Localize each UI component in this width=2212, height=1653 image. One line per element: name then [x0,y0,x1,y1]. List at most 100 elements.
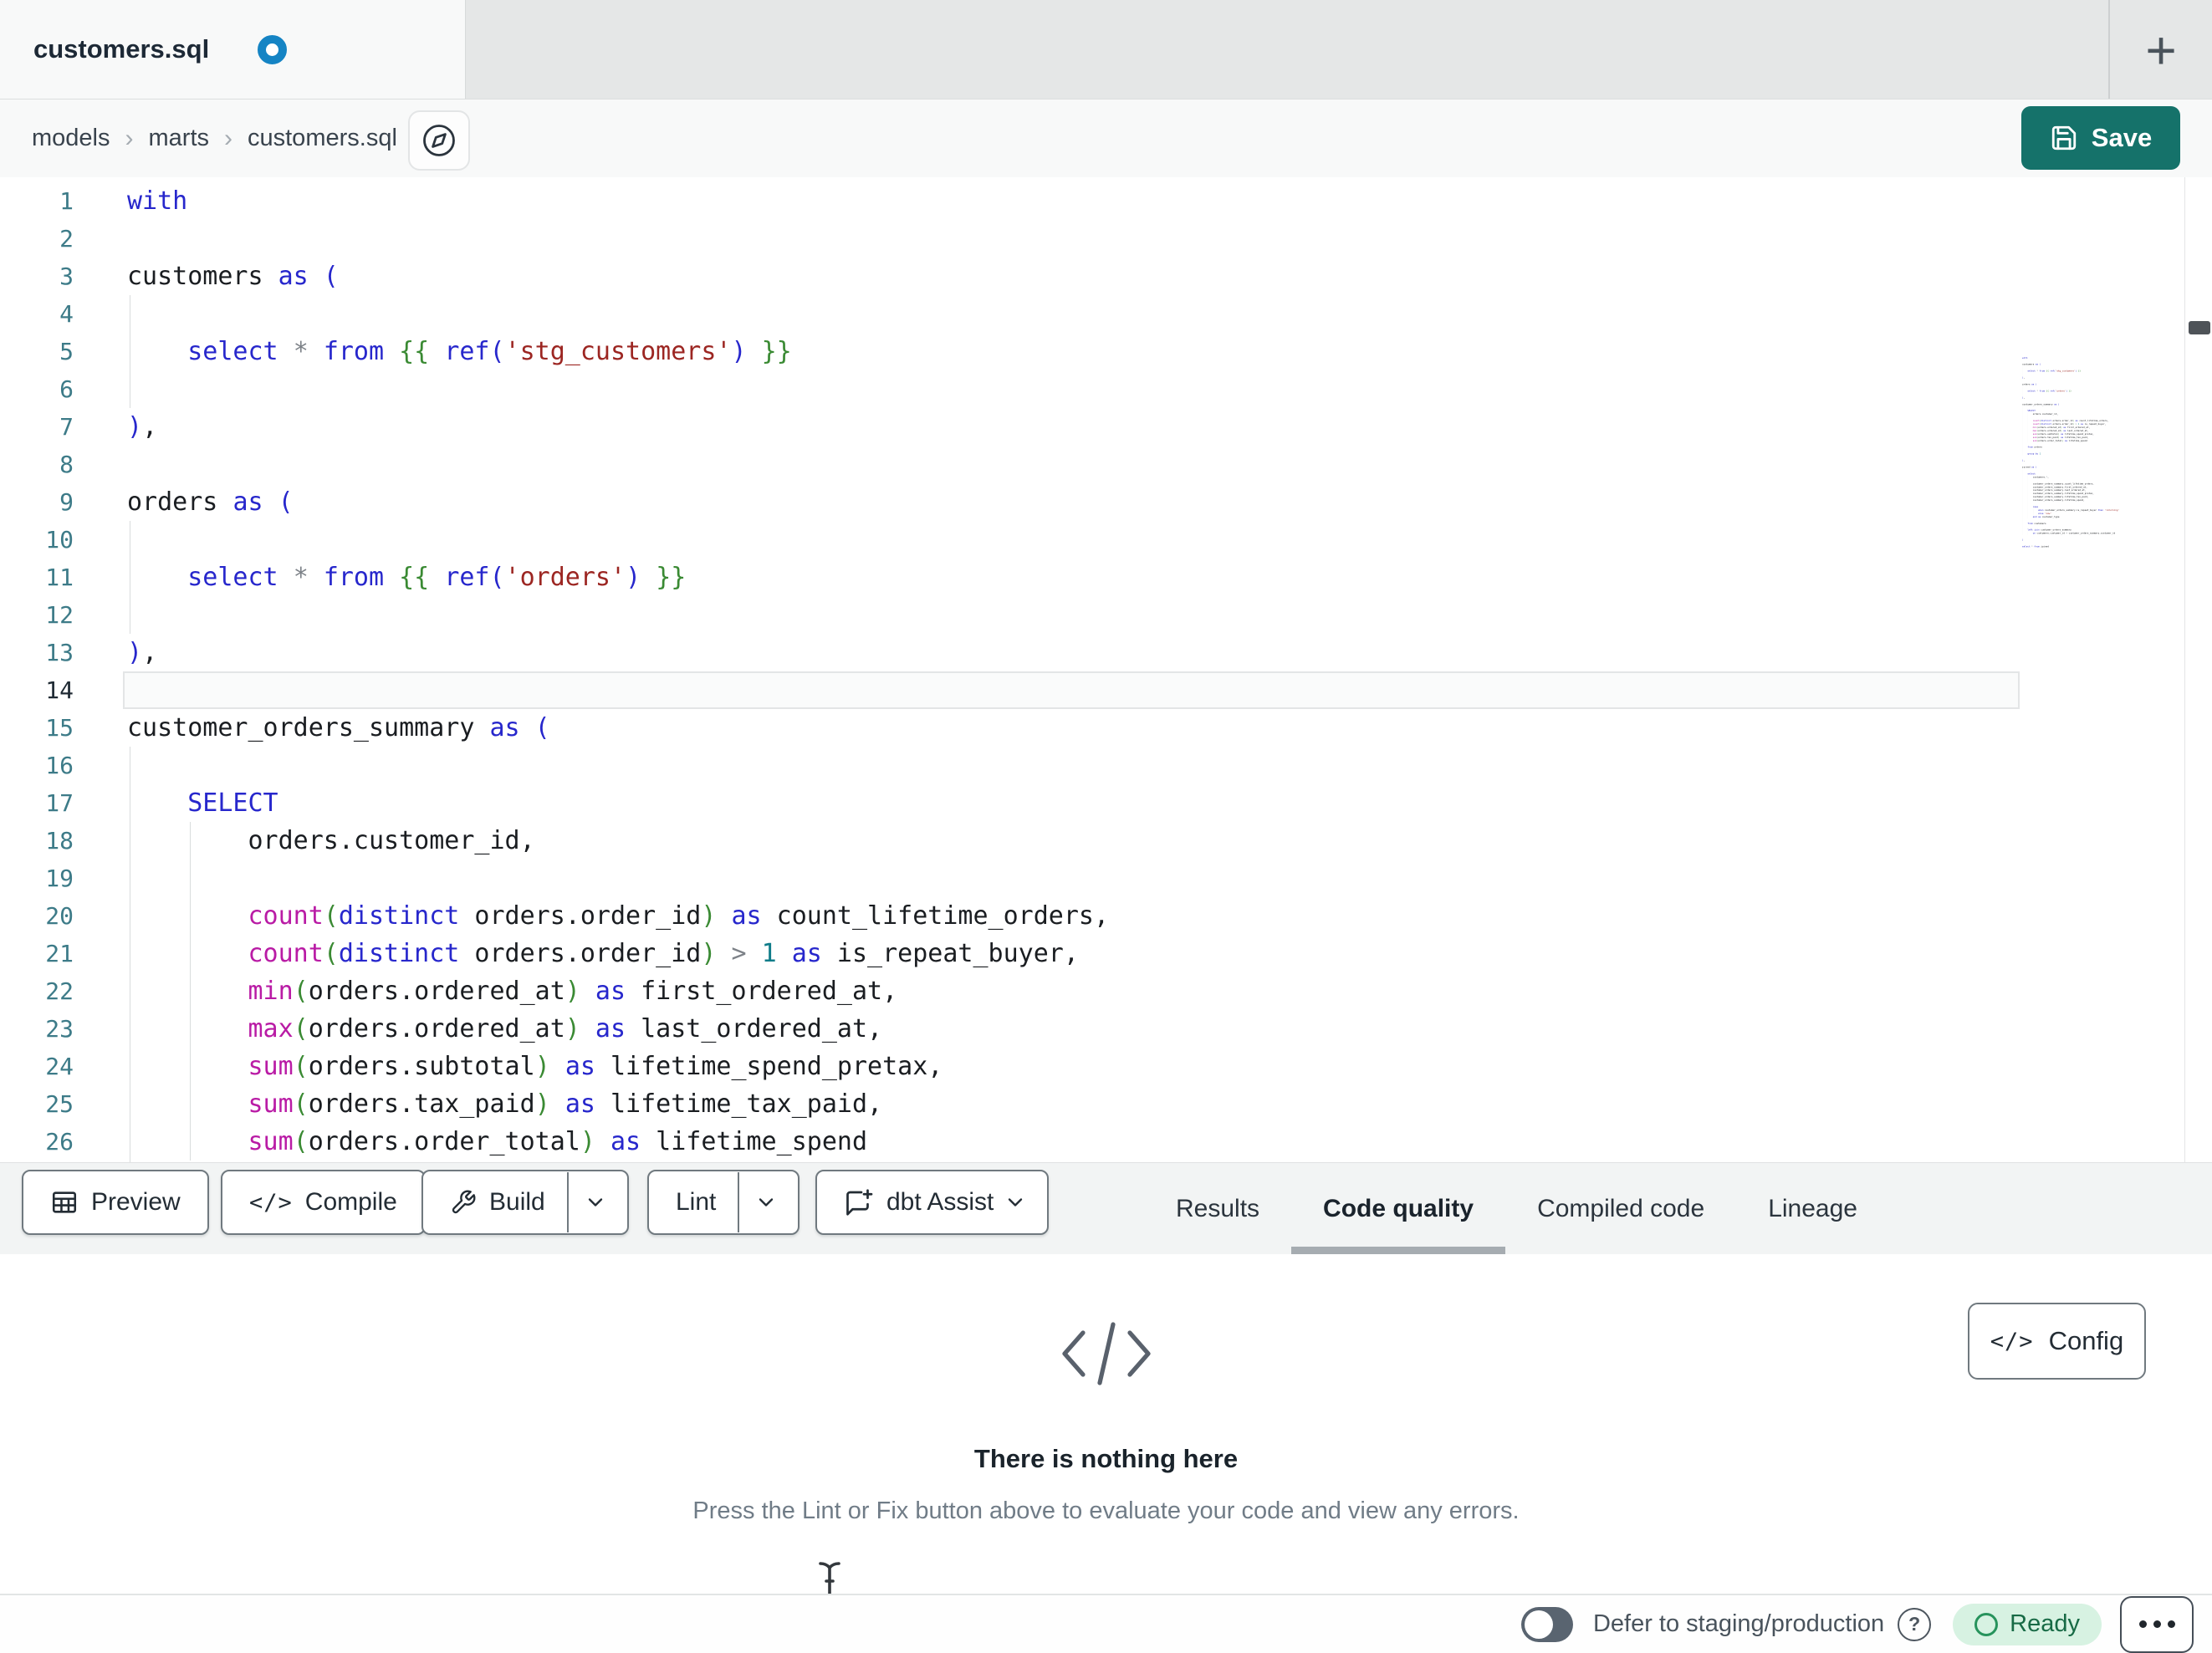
indent-guide [190,1123,192,1161]
indent-guide [190,822,192,860]
code-line[interactable]: customer_orders_summary as ( [127,709,2020,747]
breadcrumb-file[interactable]: customers.sql [248,125,397,152]
compass-icon [421,123,457,158]
line-number: 5 [59,338,74,365]
code-line[interactable] [127,295,2020,333]
code-brackets-icon [1058,1319,1155,1392]
chevron-right-icon: › [224,124,232,152]
code-line[interactable]: with [127,182,2020,220]
line-number: 17 [45,789,74,817]
plus-icon: + [2145,20,2177,80]
line-number: 4 [59,300,74,328]
ready-status-badge[interactable]: Ready [1953,1603,2102,1645]
tab-compiled-code[interactable]: Compiled code [1505,1163,1736,1254]
save-icon [2050,124,2078,152]
code-line[interactable]: min(orders.ordered_at) as first_ordered_… [127,972,2020,1010]
ready-label: Ready [2010,1610,2080,1637]
code-line[interactable] [127,220,2020,258]
dbt-cloud-ide: customers.sql + models › marts › custome… [0,0,2212,1653]
indent-guide [190,1048,192,1085]
save-label: Save [2091,123,2153,152]
code-line[interactable]: customers as ( [127,258,2020,295]
view-lineage-button[interactable] [408,110,470,171]
toggle-knob [1524,1610,1553,1639]
code-line[interactable]: ), [127,408,2020,446]
build-dropdown-toggle[interactable] [566,1172,622,1232]
code-line[interactable] [127,596,2020,634]
code-line[interactable] [127,521,2020,559]
lint-label: Lint [676,1188,717,1216]
line-number: 3 [59,263,74,290]
build-label: Build [489,1188,545,1216]
line-number: 2 [59,225,74,253]
line-number: 13 [45,639,74,666]
dbt-assist-dropdown-toggle[interactable] [1000,1172,1042,1232]
indent-guide [190,860,192,897]
more-options-button[interactable] [2120,1595,2194,1653]
code-line[interactable]: ), [127,634,2020,671]
code-line[interactable]: count(distinct orders.order_id) as count… [127,897,2020,935]
indent-guide [190,972,192,1010]
line-number: 18 [45,827,74,855]
line-number: 9 [59,488,74,516]
minimap[interactable]: with customers as ( select * from {{ ref(… [2022,356,2183,1162]
breadcrumb-models[interactable]: models [32,125,110,152]
compile-button[interactable]: </> Compile [221,1170,426,1235]
line-number: 19 [45,865,74,892]
code-line[interactable]: orders.customer_id, [127,822,2020,860]
tab-customers-sql[interactable]: customers.sql [0,0,466,99]
defer-toggle[interactable] [1520,1606,1573,1642]
editor-toolbar: Preview </> Compile Build Lint dbt Assis… [0,1162,2212,1254]
help-icon[interactable]: ? [1898,1607,1932,1641]
code-line[interactable]: count(distinct orders.order_id) > 1 as i… [127,935,2020,972]
code-line[interactable] [127,370,2020,408]
line-number: 8 [59,451,74,478]
chevron-down-icon [1004,1191,1027,1214]
tab-lineage[interactable]: Lineage [1736,1163,1889,1254]
empty-state-subtitle: Press the Lint or Fix button above to ev… [692,1497,1520,1524]
tab-title: customers.sql [33,34,210,64]
line-number: 22 [45,977,74,1005]
code-line[interactable]: select * from {{ ref('orders') }} [127,559,2020,596]
code-line[interactable]: sum(orders.tax_paid) as lifetime_tax_pai… [127,1085,2020,1123]
code-line[interactable]: select * from {{ ref('stg_customers') }} [127,333,2020,370]
code-line[interactable] [127,446,2020,483]
lint-button[interactable]: Lint [647,1170,800,1235]
code-line[interactable] [127,860,2020,897]
code-line[interactable]: select * from joined [2022,545,2183,548]
code-line[interactable]: orders as ( [127,483,2020,521]
breadcrumb-marts[interactable]: marts [149,125,210,152]
preview-button[interactable]: Preview [22,1170,209,1235]
minimap-divider [2184,177,2185,1162]
indent-guide [190,1085,192,1123]
scrollbar-thumb[interactable] [2189,321,2210,334]
ellipsis-icon [2138,1620,2147,1628]
minimap-content: with customers as ( select * from {{ ref(… [2022,356,2183,548]
code-line[interactable]: sum(orders.order_total) as lifetime_spen… [127,1123,2020,1161]
new-tab-button[interactable]: + [2126,15,2196,85]
code-line[interactable]: sum(orders.subtotal) as lifetime_spend_p… [127,1048,2020,1085]
build-button[interactable]: Build [421,1170,629,1235]
line-number: 21 [45,940,74,967]
chevron-right-icon: › [125,124,134,152]
dbt-assist-button[interactable]: dbt Assist [815,1170,1050,1235]
line-number: 10 [45,526,74,554]
tab-code-quality[interactable]: Code quality [1291,1163,1506,1254]
status-ring-icon [1974,1612,1999,1636]
line-number: 12 [45,601,74,629]
file-header: models › marts › customers.sql Save [0,99,2212,177]
code-line[interactable]: max(orders.ordered_at) as last_ordered_a… [127,1010,2020,1048]
code-line[interactable]: SELECT [127,784,2020,822]
save-button[interactable]: Save [2021,106,2180,170]
code-editor[interactable]: 1 2 3 4 5 6 7 8 9 10 11 12 13 14 15 16 17 18 19 20 21 22 23 24 2… [0,177,2212,1162]
indent-guide [190,935,192,972]
code-content[interactable]: with customers as ( select * from {{ ref(… [123,182,2020,1162]
results-tab-strip: Results Code quality Compiled code Lineage [1144,1163,1889,1254]
line-number: 20 [45,902,74,930]
code-line[interactable] [127,747,2020,784]
lint-dropdown-toggle[interactable] [738,1172,793,1232]
tab-results[interactable]: Results [1144,1163,1291,1254]
code-brackets-icon: </> [249,1189,293,1216]
line-number: 23 [45,1015,74,1043]
code-line[interactable] [123,671,2020,709]
